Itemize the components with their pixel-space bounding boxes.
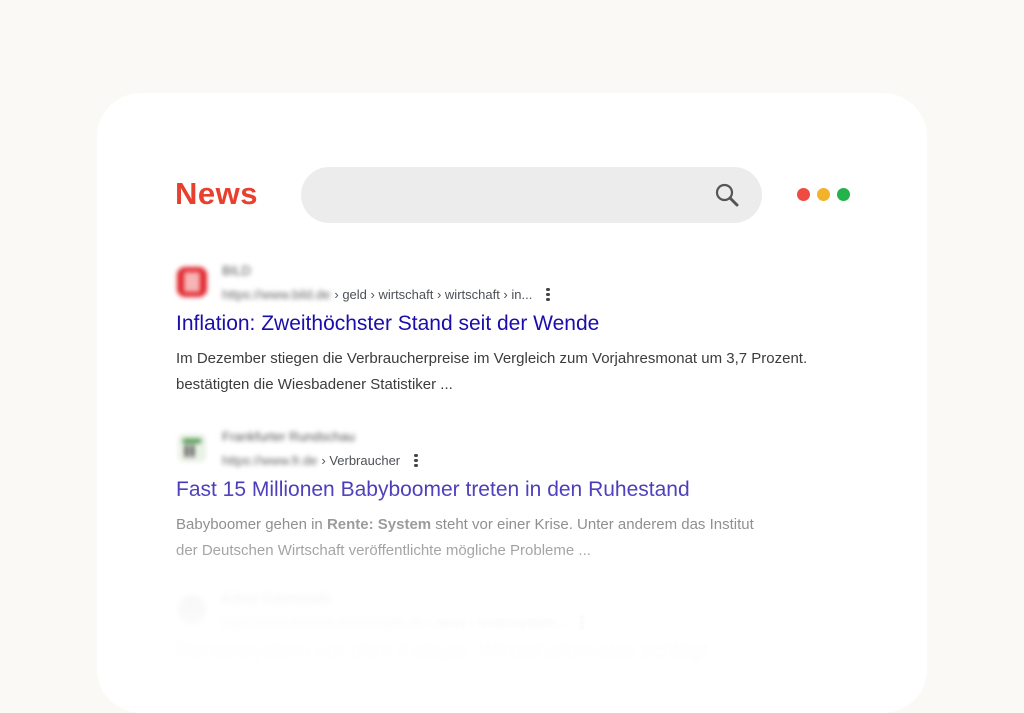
yellow-dot[interactable] bbox=[817, 188, 830, 201]
url-host: https://www.koelner-edelmetalle.de bbox=[222, 614, 424, 630]
fr-favicon-icon bbox=[178, 434, 206, 462]
snippet-line-1: Im Dezember stiegen die Verbraucherpreis… bbox=[176, 350, 808, 367]
url-path: › news › rentensystem... bbox=[427, 614, 567, 630]
window-controls bbox=[797, 188, 850, 201]
result-title-link[interactable]: Fast 15 Millionen Babyboomer treten in d… bbox=[176, 478, 690, 502]
snippet-line-2: der Deutschen Wirtschaft veröffentlichte… bbox=[176, 542, 591, 559]
site-name: BILD bbox=[222, 263, 251, 278]
more-options-icon[interactable] bbox=[580, 614, 584, 631]
result-snippet: Babyboomer gehen in Rente: System steht … bbox=[176, 512, 876, 564]
url-path: › geld › wirtschaft › wirtschaft › in... bbox=[334, 286, 533, 302]
search-input[interactable] bbox=[301, 167, 762, 223]
snippet-line-1: Babyboomer gehen in Rente: System steht … bbox=[176, 512, 876, 538]
koelner-favicon-icon bbox=[178, 596, 206, 624]
result-url[interactable]: https://www.bild.de › geld › wirtschaft … bbox=[222, 286, 550, 303]
result-title-link[interactable]: Inflation: Zweithöchster Stand seit der … bbox=[176, 312, 599, 336]
url-path: › Verbraucher bbox=[321, 452, 401, 468]
site-name: Kölner Edelmetalle bbox=[222, 591, 332, 606]
site-name: Frankfurter Rundschau bbox=[222, 429, 355, 444]
more-options-icon[interactable] bbox=[414, 452, 418, 469]
result-url[interactable]: https://www.koelner-edelmetalle.de › new… bbox=[222, 614, 584, 631]
snippet-text: steht vor einer Krise. Unter anderem das… bbox=[431, 516, 754, 533]
snippet-line-2: bestätigten die Wiesbadener Statistiker … bbox=[176, 376, 453, 393]
result-snippet: Im Dezember stiegen die Verbraucherpreis… bbox=[176, 346, 876, 398]
red-dot[interactable] bbox=[797, 188, 810, 201]
green-dot[interactable] bbox=[837, 188, 850, 201]
url-host: https://www.bild.de bbox=[222, 286, 331, 302]
result-url[interactable]: https://www.fr.de › Verbraucher bbox=[222, 452, 418, 469]
news-logo[interactable]: News bbox=[175, 176, 258, 212]
bild-favicon-icon bbox=[177, 267, 207, 297]
search-icon[interactable] bbox=[714, 182, 740, 208]
snippet-text: Babyboomer gehen in bbox=[176, 516, 327, 533]
result-title-link[interactable]: Rentensystem vor dem Kollaps: Wirtschaft… bbox=[176, 640, 708, 664]
snippet-highlight: Rente: System bbox=[326, 516, 432, 533]
url-host: https://www.fr.de bbox=[222, 452, 318, 468]
more-options-icon[interactable] bbox=[546, 286, 550, 303]
